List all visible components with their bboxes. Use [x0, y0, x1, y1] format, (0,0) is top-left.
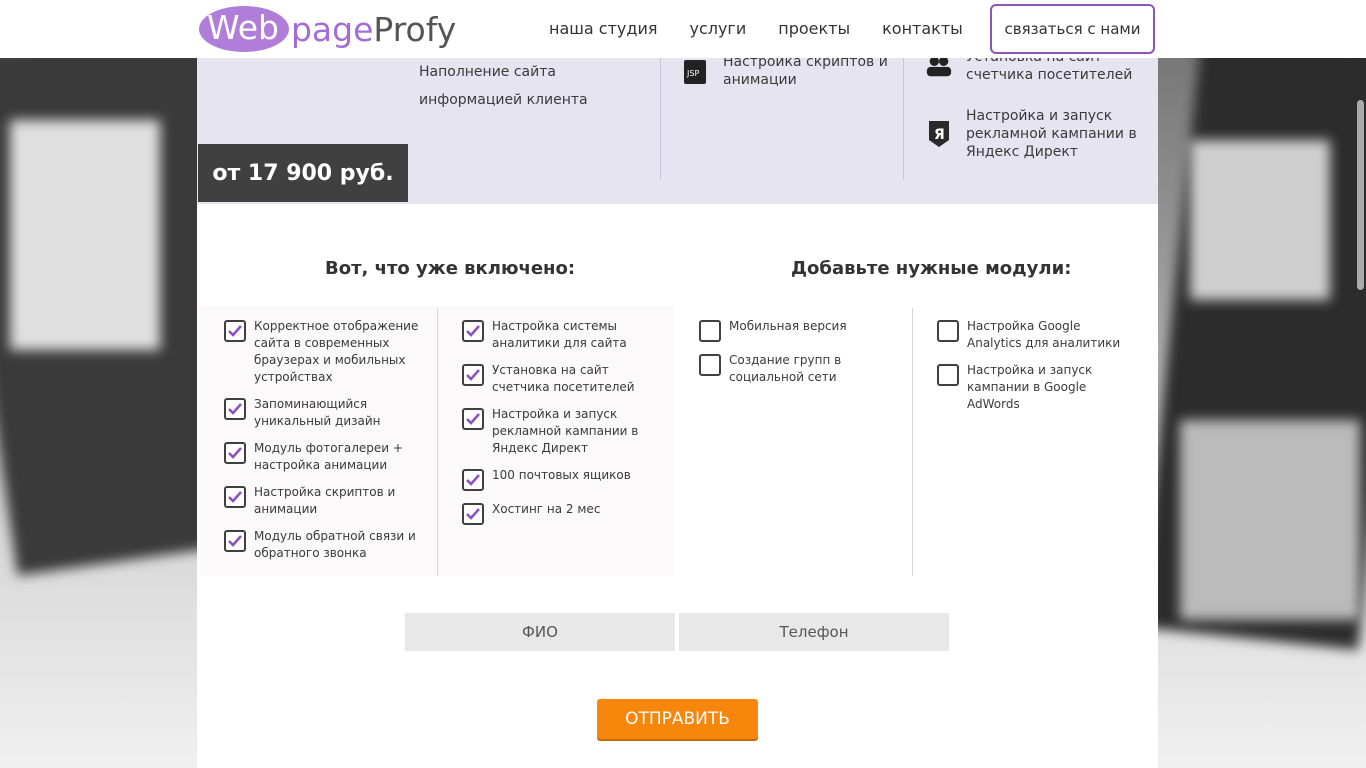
list-item: Корректное отображение сайта в современн… — [224, 318, 424, 386]
list-item-label: Хостинг на 2 мес — [492, 502, 601, 516]
checkbox-unchecked[interactable] — [699, 354, 721, 376]
band-divider — [903, 58, 904, 180]
list-item: Настройка Google Analytics для аналитики — [937, 318, 1137, 352]
list-item: Настройка и запуск кампании в Google AdW… — [937, 362, 1137, 413]
checkbox-checked[interactable] — [224, 320, 246, 342]
checkbox-checked[interactable] — [224, 398, 246, 420]
checkbox-checked[interactable] — [462, 364, 484, 386]
main-nav: наша студия услуги проекты контакты — [549, 19, 995, 38]
package-card: от 17 900 руб. Наполнение сайта информац… — [197, 49, 1158, 768]
checkbox-checked[interactable] — [224, 530, 246, 552]
included-list-2: Настройка системы аналитики для сайта Ус… — [438, 306, 674, 576]
list-item: Настройка скриптов и анимации — [224, 484, 424, 518]
checkbox-checked[interactable] — [462, 469, 484, 491]
list-item-label: Мобильная версия — [729, 319, 847, 333]
yandex-icon: Я — [925, 120, 953, 148]
jsp-script-icon: JSP — [681, 58, 709, 86]
package-price: от 17 900 руб. — [198, 144, 408, 202]
jsp-icon-text: JSP — [686, 69, 699, 78]
list-item-label: Настройка и запуск кампании в Google AdW… — [967, 363, 1093, 411]
list-item: Мобильная версия — [699, 318, 899, 342]
list-item-label: Модуль обратной связи и обратного звонка — [254, 529, 416, 560]
checkbox-unchecked[interactable] — [699, 320, 721, 342]
list-item-label: Настройка скриптов и анимации — [254, 485, 396, 516]
svg-text:Я: Я — [934, 127, 945, 143]
nav-contacts[interactable]: контакты — [882, 19, 963, 38]
list-item: Настройка системы аналитики для сайта — [462, 318, 662, 352]
checkbox-checked[interactable] — [462, 408, 484, 430]
list-item: Запоминающийся уникальный дизайн — [224, 396, 424, 430]
list-item-label: Создание групп в социальной сети — [729, 353, 842, 384]
checkbox-checked[interactable] — [462, 503, 484, 525]
list-item: Модуль фотогалереи + настройка анимации — [224, 440, 424, 474]
site-logo[interactable]: Web page Profy — [199, 5, 456, 53]
submit-button[interactable]: ОТПРАВИТЬ — [597, 699, 758, 739]
list-item-label: Настройка Google Analytics для аналитики — [967, 319, 1121, 350]
checkbox-checked[interactable] — [224, 442, 246, 464]
list-item: Установка на сайт счетчика посетителей — [462, 362, 662, 396]
logo-web: Web — [199, 6, 289, 52]
list-item-label: Настройка системы аналитики для сайта — [492, 319, 627, 350]
checkbox-unchecked[interactable] — [937, 320, 959, 342]
list-item-label: 100 почтовых ящиков — [492, 468, 631, 482]
feature-scripts: Настройка скриптов и анимации — [723, 54, 888, 88]
nav-services[interactable]: услуги — [689, 19, 746, 38]
checkbox-unchecked[interactable] — [937, 364, 959, 386]
included-title: Вот, что уже включено: — [325, 258, 576, 279]
band-divider — [660, 58, 661, 180]
list-item: Хостинг на 2 мес — [462, 501, 662, 525]
list-item: Настройка и запуск рекламной кампании в … — [462, 406, 662, 457]
modules-title: Добавьте нужные модули: — [791, 258, 1072, 279]
modules-list-1: Мобильная версия Создание групп в социал… — [675, 306, 911, 576]
nav-studio[interactable]: наша студия — [549, 19, 657, 38]
site-header: Web page Profy наша студия услуги проект… — [0, 0, 1366, 58]
list-item: Создание групп в социальной сети — [699, 352, 899, 386]
list-item-label: Настройка и запуск рекламной кампании в … — [492, 407, 639, 455]
list-item-label: Запоминающийся уникальный дизайн — [254, 397, 381, 428]
nav-projects[interactable]: проекты — [778, 19, 850, 38]
feature-yandex-direct: Настройка и запуск рекламной кампании в … — [966, 108, 1137, 160]
scrollbar-thumb[interactable] — [1357, 100, 1364, 290]
included-list-1: Корректное отображение сайта в современн… — [200, 306, 437, 576]
logo-profy: Profy — [373, 9, 457, 49]
list-item: Модуль обратной связи и обратного звонка — [224, 528, 424, 562]
list-item-label: Корректное отображение сайта в современн… — [254, 319, 419, 384]
feature-content-fill: Наполнение сайта информацией клиента — [419, 64, 588, 108]
modules-list-2: Настройка Google Analytics для аналитики… — [913, 306, 1149, 576]
page-scrollbar[interactable] — [1356, 0, 1366, 768]
list-item-label: Модуль фотогалереи + настройка анимации — [254, 441, 403, 472]
list-item-label: Установка на сайт счетчика посетителей — [492, 363, 635, 394]
logo-page: page — [290, 9, 374, 49]
list-item: 100 почтовых ящиков — [462, 467, 662, 491]
phone-field[interactable]: Телефон — [679, 613, 949, 651]
package-features-band: от 17 900 руб. Наполнение сайта информац… — [197, 49, 1158, 204]
name-field[interactable]: ФИО — [405, 613, 675, 651]
checkbox-checked[interactable] — [462, 320, 484, 342]
contact-us-button[interactable]: связаться с нами — [990, 4, 1155, 54]
checkbox-checked[interactable] — [224, 486, 246, 508]
